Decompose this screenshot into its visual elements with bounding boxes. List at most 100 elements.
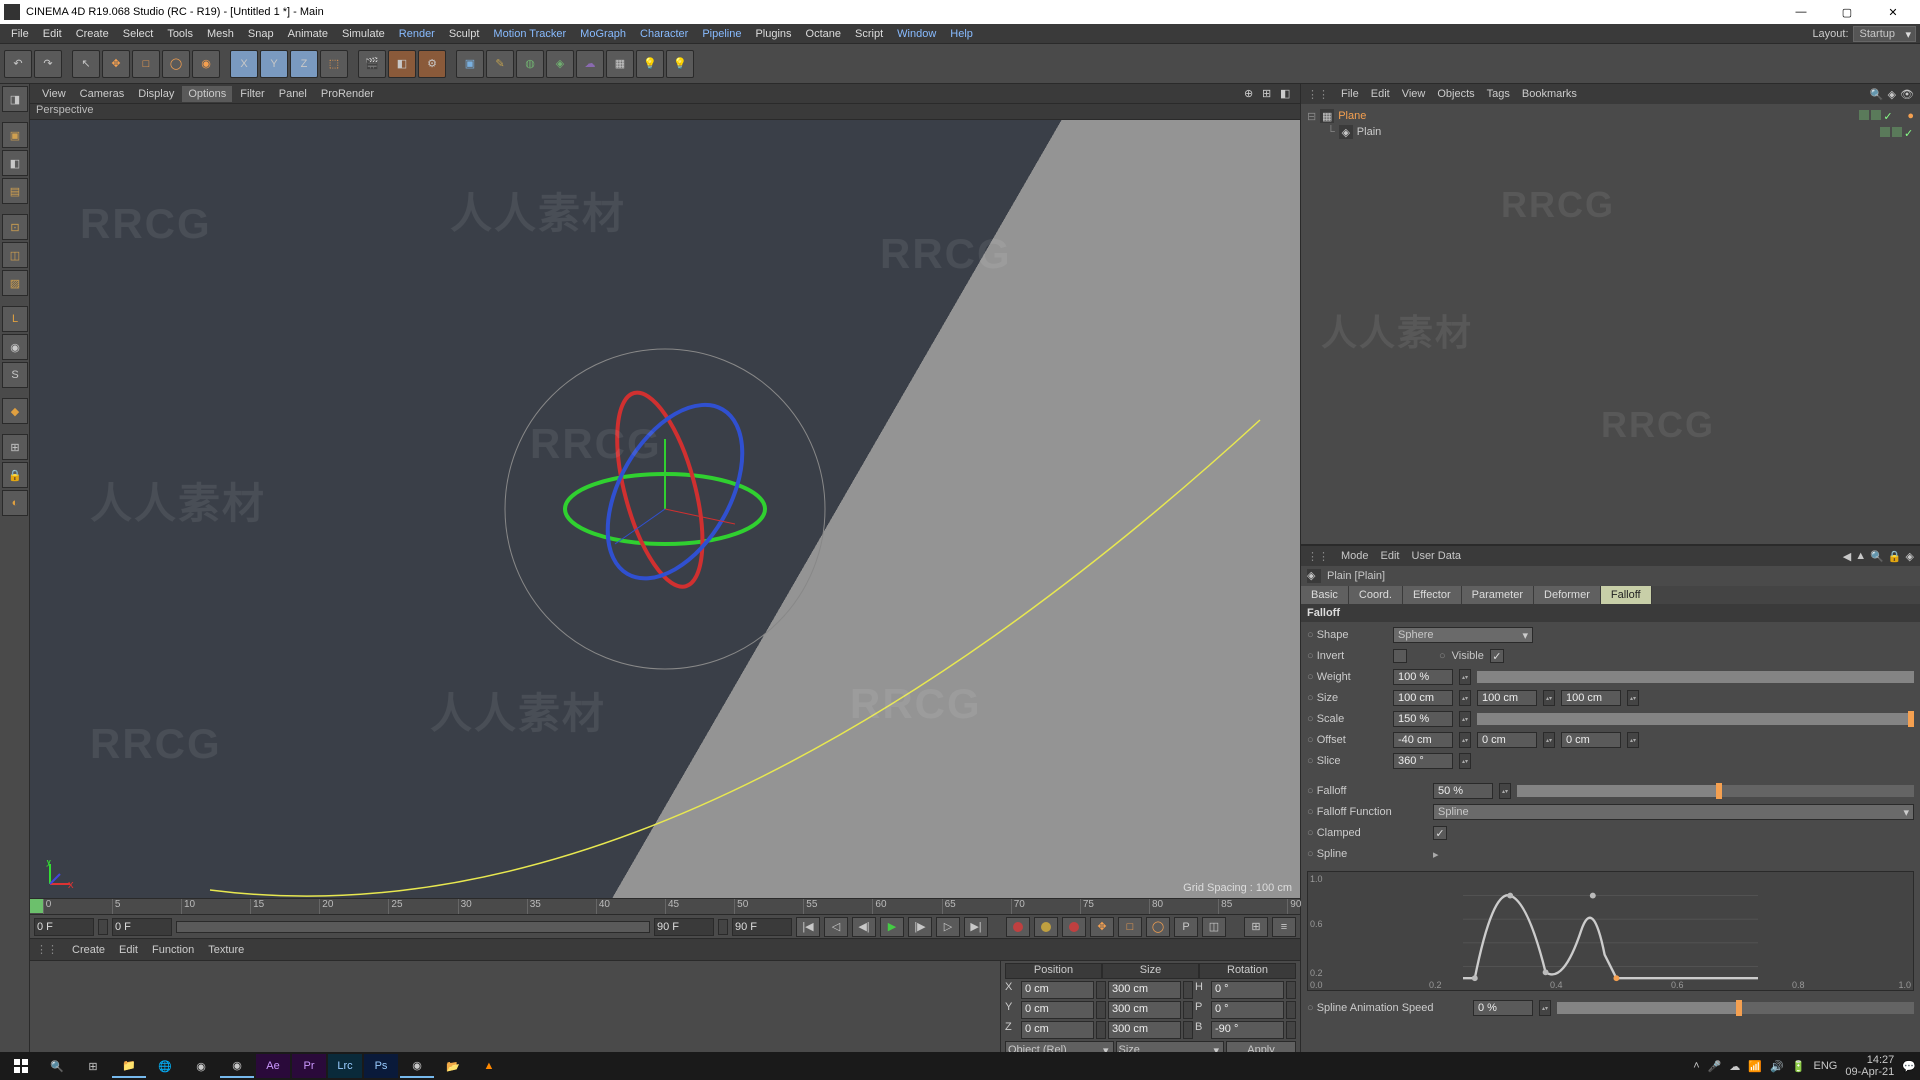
vp-maximize-icon[interactable]: ⊕	[1244, 87, 1258, 101]
search-button[interactable]: 🔍	[40, 1054, 74, 1078]
tree-item-plane[interactable]: ⊟ ▦ Plane ✓●	[1307, 108, 1914, 124]
vp-filter[interactable]: Filter	[234, 86, 270, 102]
undo-button[interactable]: ↶	[4, 50, 32, 78]
vp-pin-icon[interactable]: ◧	[1280, 87, 1294, 101]
taskbar-lrc[interactable]: Lrc	[328, 1054, 362, 1078]
add-light[interactable]: 💡	[636, 50, 664, 78]
objmgr-objects[interactable]: Objects	[1437, 88, 1474, 100]
select-tool[interactable]: ↖	[72, 50, 100, 78]
add-camera[interactable]: ▦	[606, 50, 634, 78]
next-key-button[interactable]: ▷	[936, 917, 960, 937]
rotation-gizmo[interactable]	[465, 309, 865, 709]
goto-start-button[interactable]: |◀	[796, 917, 820, 937]
key-scale-button[interactable]: □	[1118, 917, 1142, 937]
attr-new-icon[interactable]: ◈	[1906, 550, 1914, 563]
matmgr-texture[interactable]: Texture	[208, 944, 244, 956]
viewport-solo[interactable]: ⊞	[2, 434, 28, 460]
prev-key-button[interactable]: ◁	[824, 917, 848, 937]
offset-z-input[interactable]: 0 cm	[1561, 732, 1621, 748]
texture-mode[interactable]: ◧	[2, 150, 28, 176]
y-axis-lock[interactable]: Y	[260, 50, 288, 78]
objmgr-view[interactable]: View	[1402, 88, 1426, 100]
taskbar-app1[interactable]: ◉	[184, 1054, 218, 1078]
weight-input[interactable]: 100 %	[1393, 669, 1453, 685]
objmgr-handle[interactable]: ⋮⋮	[1307, 88, 1329, 101]
timeline-options-button[interactable]: ⊞	[1244, 917, 1268, 937]
tab-basic[interactable]: Basic	[1301, 586, 1349, 604]
tab-falloff[interactable]: Falloff	[1601, 586, 1652, 604]
taskbar-edge[interactable]: 🌐	[148, 1054, 182, 1078]
vp-config-icon[interactable]: ⊞	[1262, 87, 1276, 101]
coord-pos-Y[interactable]: 0 cm	[1021, 1001, 1094, 1019]
attrmgr-handle[interactable]: ⋮⋮	[1307, 550, 1329, 563]
tree-item-plain[interactable]: └ ◈ Plain ✓	[1307, 124, 1914, 140]
tab-coord[interactable]: Coord.	[1349, 586, 1403, 604]
scale-slider[interactable]	[1477, 713, 1914, 725]
object-tree[interactable]: ⊟ ▦ Plane ✓● └ ◈ Plain ✓ RRCG 人人素材 RRCG	[1301, 104, 1920, 544]
objmgr-bookmarks[interactable]: Bookmarks	[1522, 88, 1577, 100]
menu-script[interactable]: Script	[848, 26, 890, 42]
autokey-button[interactable]	[1034, 917, 1058, 937]
step-fwd-button[interactable]: |▶	[908, 917, 932, 937]
objmgr-edit[interactable]: Edit	[1371, 88, 1390, 100]
clamped-checkbox[interactable]: ✓	[1433, 826, 1447, 840]
key-rot-button[interactable]: ◯	[1146, 917, 1170, 937]
workplane[interactable]: ◆	[2, 398, 28, 424]
vp-view[interactable]: View	[36, 86, 72, 102]
tray-clock[interactable]: 14:27 09-Apr-21	[1845, 1054, 1894, 1078]
menu-file[interactable]: File	[4, 26, 36, 42]
objmgr-search-icon[interactable]: 🔍	[1870, 88, 1884, 101]
objmgr-eye-icon[interactable]: 👁	[1900, 88, 1914, 101]
menu-snap[interactable]: Snap	[241, 26, 281, 42]
scale-tool[interactable]: □	[132, 50, 160, 78]
tray-onedrive-icon[interactable]: ☁	[1729, 1060, 1740, 1073]
attrmgr-edit[interactable]: Edit	[1381, 550, 1400, 562]
menu-tools[interactable]: Tools	[160, 26, 200, 42]
menu-window[interactable]: Window	[890, 26, 943, 42]
falloff2-input[interactable]: 50 %	[1433, 783, 1493, 799]
start-frame-input[interactable]	[34, 918, 94, 936]
menu-sculpt[interactable]: Sculpt	[442, 26, 487, 42]
end-frame-input[interactable]	[654, 918, 714, 936]
tray-lang[interactable]: ENG	[1814, 1060, 1838, 1072]
spline-graph[interactable]: 1.0 0.6 0.2 0.0 0.2 0.4 0.6 0.8 1.0	[1307, 871, 1914, 991]
menu-simulate[interactable]: Simulate	[335, 26, 392, 42]
objmgr-file[interactable]: File	[1341, 88, 1359, 100]
current-frame-input[interactable]	[112, 918, 172, 936]
lock-icon[interactable]: 🔒	[2, 462, 28, 488]
offset-x-input[interactable]: -40 cm	[1393, 732, 1453, 748]
minimize-button[interactable]: —	[1778, 0, 1824, 24]
menu-mesh[interactable]: Mesh	[200, 26, 241, 42]
coord-rot-X[interactable]: 0 °	[1211, 981, 1284, 999]
shape-dropdown[interactable]: Sphere	[1393, 627, 1533, 643]
move-tool[interactable]: ✥	[102, 50, 130, 78]
taskbar-ae[interactable]: Ae	[256, 1054, 290, 1078]
key-pla-button[interactable]: ◫	[1202, 917, 1226, 937]
attr-search-icon[interactable]: 🔍	[1870, 550, 1884, 563]
matmgr-function[interactable]: Function	[152, 944, 194, 956]
falloff-func-dropdown[interactable]: Spline	[1433, 804, 1914, 820]
recent-tool[interactable]: ◉	[192, 50, 220, 78]
make-editable[interactable]: ◨	[2, 86, 28, 112]
timeline-ruler[interactable]: 051015202530354045505560657075808590	[30, 898, 1300, 914]
x-axis-lock[interactable]: X	[230, 50, 258, 78]
step-back-button[interactable]: ◀|	[852, 917, 876, 937]
weight-spinner[interactable]: ▴▾	[1459, 669, 1471, 685]
coord-system[interactable]: ⬚	[320, 50, 348, 78]
scale-input[interactable]: 150 %	[1393, 711, 1453, 727]
menu-character[interactable]: Character	[633, 26, 695, 42]
taskbar-vlc[interactable]: ▲	[472, 1054, 506, 1078]
render-region[interactable]: ◧	[388, 50, 416, 78]
redo-button[interactable]: ↷	[34, 50, 62, 78]
tray-wifi-icon[interactable]: 📶	[1748, 1060, 1762, 1073]
taskbar-pr[interactable]: Pr	[292, 1054, 326, 1078]
axis-mode[interactable]: L	[2, 306, 28, 332]
menu-octane[interactable]: Octane	[799, 26, 848, 42]
coord-rot-Y[interactable]: 0 °	[1211, 1001, 1284, 1019]
attr-lock-icon[interactable]: 🔒	[1888, 550, 1902, 563]
add-cube[interactable]: ▣	[456, 50, 484, 78]
vp-options[interactable]: Options	[182, 86, 232, 102]
animspeed-slider[interactable]	[1557, 1002, 1914, 1014]
range-end-input[interactable]	[732, 918, 792, 936]
menu-edit[interactable]: Edit	[36, 26, 69, 42]
